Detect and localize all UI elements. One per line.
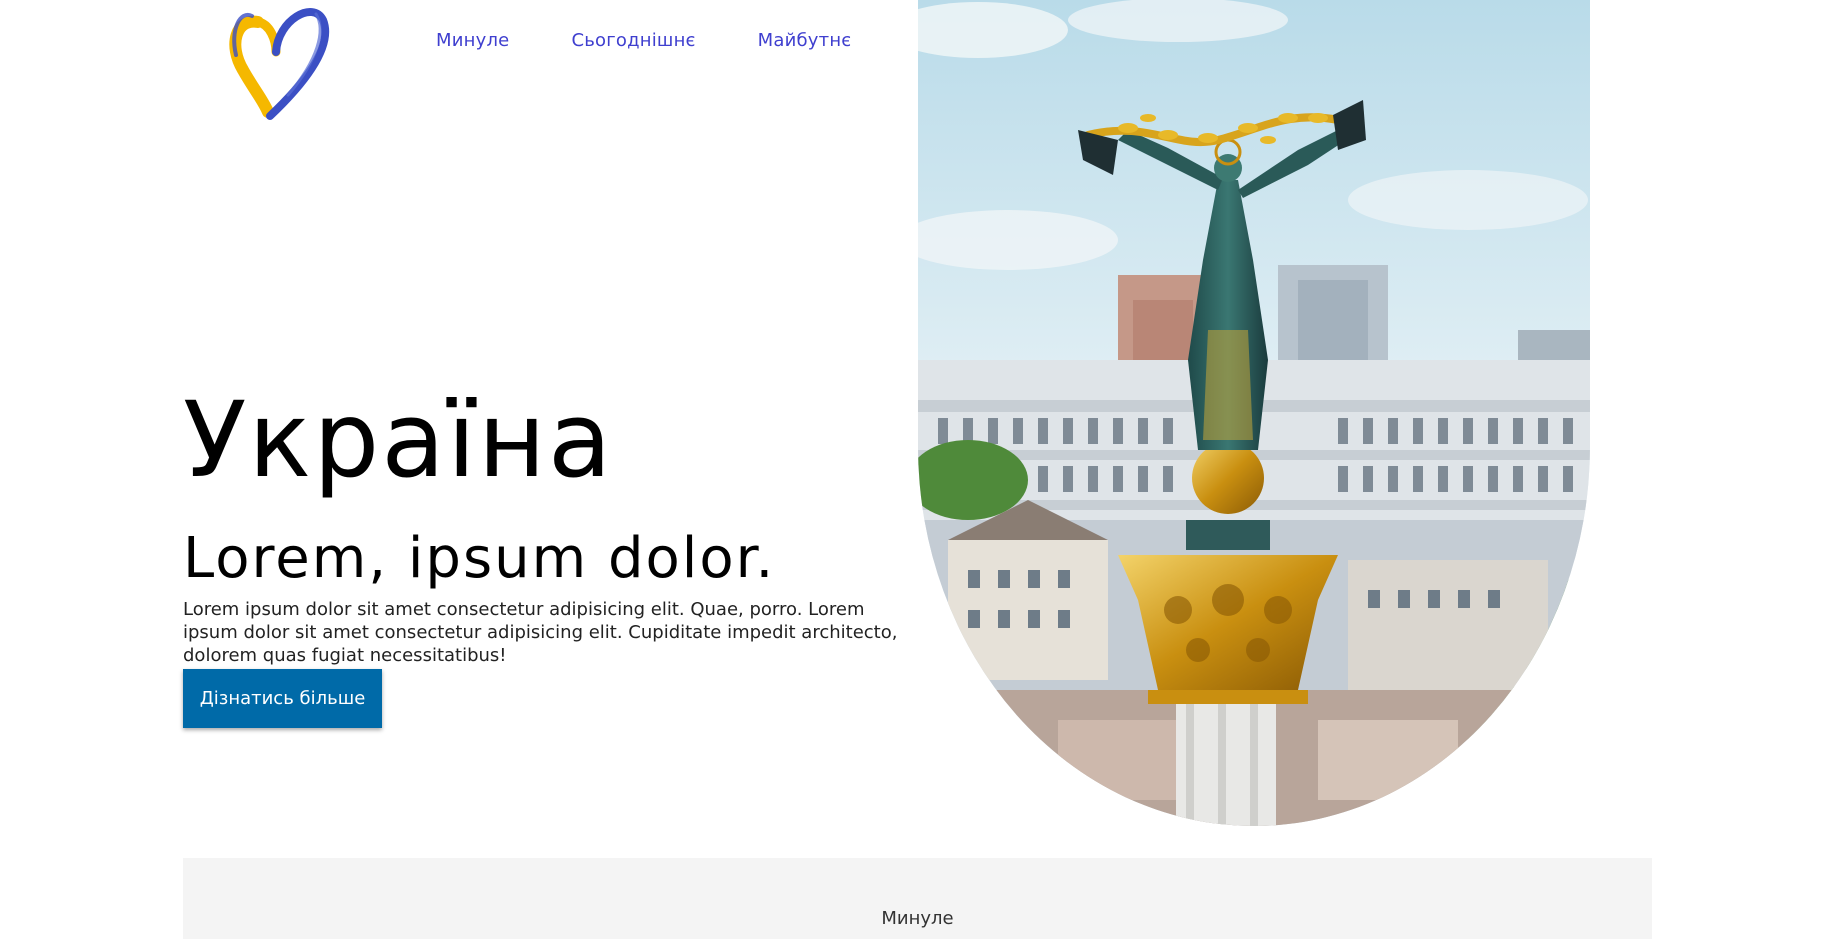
heart-logo-icon[interactable]: [218, 0, 334, 124]
hero-image: [918, 0, 1590, 826]
hero-title: Україна: [183, 379, 614, 501]
nav-link-present[interactable]: Сьогоднішнє: [571, 30, 695, 51]
hero-subtitle: Lorem, ipsum dolor.: [183, 526, 776, 591]
independence-monument-image: [918, 0, 1590, 826]
learn-more-button[interactable]: Дізнатись більше: [183, 669, 382, 728]
section-title: Минуле: [881, 908, 954, 929]
nav-link-future[interactable]: Майбутнє: [758, 30, 852, 51]
past-section: Минуле: [183, 858, 1652, 939]
main-nav: Минуле Сьогоднішнє Майбутнє: [436, 30, 851, 51]
nav-link-past[interactable]: Минуле: [436, 30, 509, 51]
hero-description: Lorem ipsum dolor sit amet consectetur a…: [183, 599, 898, 666]
page: Минуле Сьогоднішнє Майбутнє Україна Lore…: [0, 0, 1830, 939]
